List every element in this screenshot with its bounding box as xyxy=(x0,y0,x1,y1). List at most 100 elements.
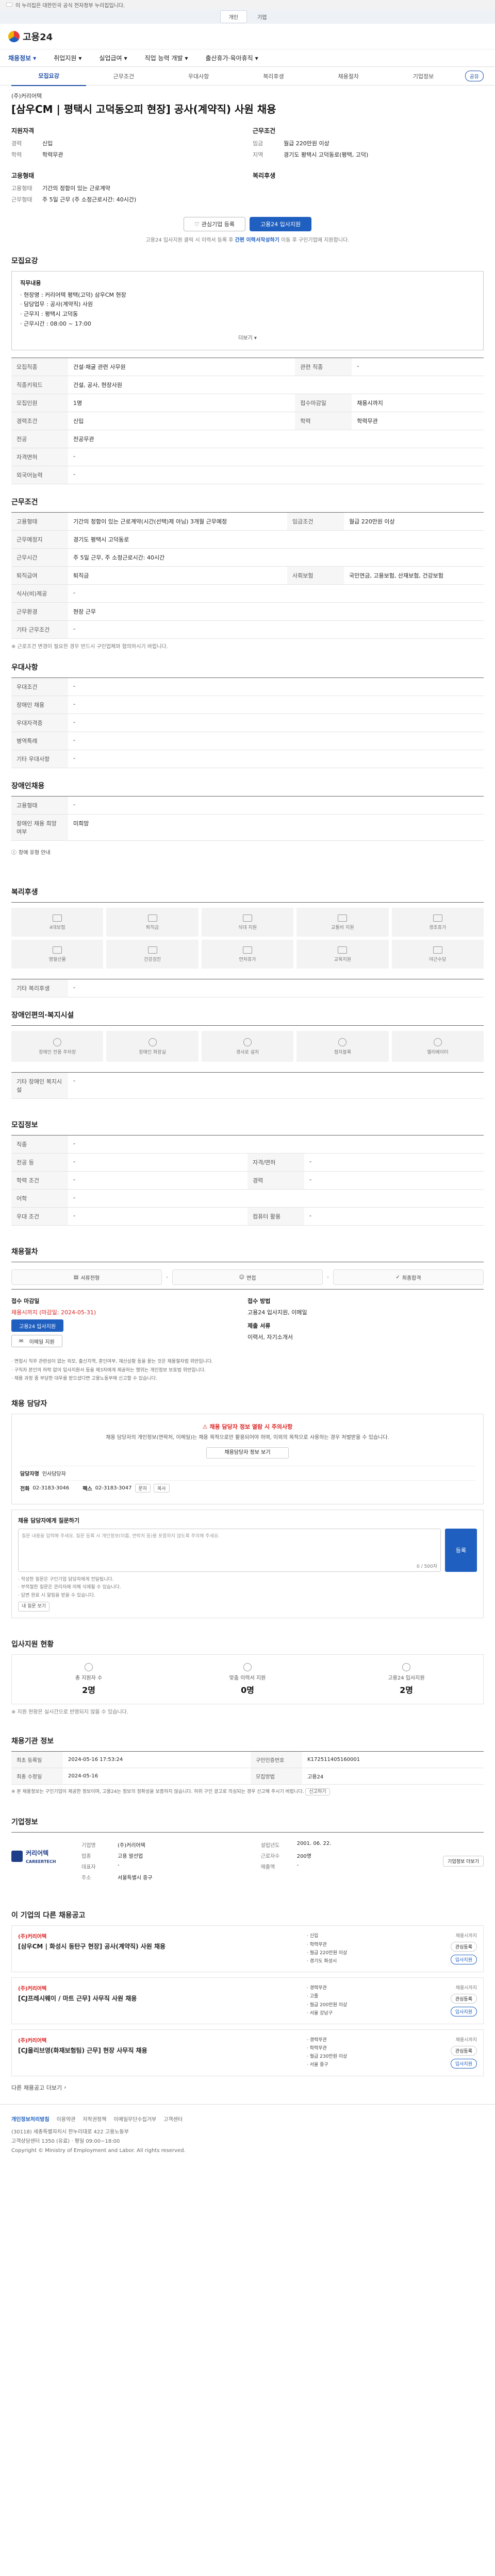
related-more-link[interactable]: 다른 채용공고 더보기 › xyxy=(11,2083,484,2092)
duty-box: 직무내용 · 현장명 : 커리어텍 평택(고덕) 삼우CM 현장 · 담당업무 … xyxy=(11,271,484,351)
table-value: 기간의 정함이 있는 근로계약(시간(선택)제 아님) 3개월 근무예정 xyxy=(68,512,287,531)
duty-line: · 근무지 : 평택시 고덕동 xyxy=(20,311,78,318)
apply-note-link[interactable]: 간편 이력서작성하기 xyxy=(235,238,279,243)
table-row: 고용형태 - xyxy=(11,796,484,815)
footer-link-privacy[interactable]: 개인정보처리방침 xyxy=(11,2115,50,2123)
related-save-button[interactable]: 관심등록 xyxy=(450,2045,477,2056)
qna-input[interactable]: 질문 내용을 입력해 주세요. 질문 등록 시 개인정보(이름, 연락처 등)를… xyxy=(18,1529,441,1572)
table-key: 고용형태 xyxy=(11,512,68,531)
report-button[interactable]: 신고하기 xyxy=(305,1788,330,1796)
table-value: - xyxy=(68,620,484,639)
my-question-button[interactable]: 내 질문 보기 xyxy=(18,1601,50,1612)
chevron-down-icon: ▾ xyxy=(33,54,37,62)
related-apply-button[interactable]: 입사지원 xyxy=(450,2007,477,2017)
related-job-title[interactable]: [삼우CM | 화성시 동탄구 현장] 공사(계약직) 사원 채용 xyxy=(18,1942,302,1951)
work-note: ※ 근로조건 변경이 필요한 경우 반드시 구인업체와 협의하시기 바랍니다. xyxy=(11,644,168,650)
related-apply-button[interactable]: 입사지원 xyxy=(450,2058,477,2069)
duty-line: · 담당업무 : 공사(계약직) 사원 xyxy=(20,301,93,308)
summary-row: 근무형태 주 5일 근무 (주 소정근로시간: 40시간) xyxy=(11,195,242,204)
related-job-title[interactable]: [CJ프레시웨이 / 마트 근무] 사무직 사원 채용 xyxy=(18,1994,302,2003)
share-button[interactable]: 공유 xyxy=(465,71,484,81)
nav-item-jobs[interactable]: 채용정보 ▾ xyxy=(8,54,36,62)
nav-item-leave[interactable]: 출산휴가·육아휴직 ▾ xyxy=(206,54,258,62)
table-key: 어학 xyxy=(11,1189,68,1208)
contact-alert-title: ⚠ 채용 담당자 정보 열람 시 주의사항 xyxy=(20,1422,475,1431)
disability-info-link[interactable]: ⓘ 장애 유형 안내 xyxy=(11,848,484,856)
health-icon xyxy=(147,946,157,954)
table-value: 학력무관 xyxy=(352,412,484,431)
apply-button[interactable]: 고용24 입사지원 xyxy=(249,217,312,231)
footer-link-copyright[interactable]: 저작권정책 xyxy=(82,2115,106,2123)
meta-line: · 서울 강남구 xyxy=(307,2010,333,2016)
tab-process[interactable]: 채용절차 xyxy=(311,67,386,86)
welfare-item: 경조휴가 xyxy=(391,908,484,937)
contact-value: 인사담당자 xyxy=(42,1471,66,1477)
table-key: 관련 직종 xyxy=(295,358,352,377)
process-apply-button[interactable]: 고용24 입사지원 xyxy=(11,1319,64,1332)
table-value: - xyxy=(68,1189,484,1208)
footer-link-terms[interactable]: 이용약관 xyxy=(57,2115,76,2123)
note-line: · 면접시 직무 관련성이 없는 외모, 출신지역, 혼인여부, 재산상황 등을… xyxy=(11,1359,213,1365)
company-value: 서울특별시 중구 xyxy=(118,1875,153,1882)
table-key: 자격/면허 xyxy=(248,1153,304,1172)
tab-personal[interactable]: 개인 xyxy=(220,10,247,23)
resume-icon xyxy=(243,1663,252,1672)
related-save-button[interactable]: 관심등록 xyxy=(450,1942,477,1952)
contact-key: 팩스 xyxy=(82,1486,92,1492)
interest-button[interactable]: ♡ 관심기업 등록 xyxy=(183,217,245,231)
more-toggle[interactable]: 더보기 ▾ xyxy=(20,334,475,343)
table-value: 전공무관 xyxy=(68,430,484,449)
company-more-button[interactable]: 기업정보 더보기 xyxy=(443,1855,484,1867)
meta-line: · 경력무관 xyxy=(307,1986,327,1991)
related-job-title[interactable]: [CJ올리브영(화재보험팀) 근무] 현장 사무직 채용 xyxy=(18,2046,302,2055)
related-apply-button[interactable]: 입사지원 xyxy=(450,1955,477,1965)
sms-chip[interactable]: 문자 xyxy=(135,1484,151,1493)
related-job[interactable]: (주)커리어텍 [CJ프레시웨이 / 마트 근무] 사무직 사원 채용 · 경력… xyxy=(11,1977,484,2024)
email-apply-button[interactable]: ✉ 이메일 지원 xyxy=(11,1335,62,1348)
tab-pref[interactable]: 우대사항 xyxy=(161,67,236,86)
facility-item: 점자블록 xyxy=(296,1031,389,1062)
welfare-label: 경조휴가 xyxy=(429,925,447,930)
step-label: 서류전형 xyxy=(80,1275,100,1281)
footer-link-help[interactable]: 고객센터 xyxy=(163,2115,183,2123)
nav-item-training[interactable]: 직업 능력 개발 ▾ xyxy=(145,54,188,62)
facility-label: 엘리베이터 xyxy=(427,1049,449,1055)
table-value: - xyxy=(68,1153,248,1172)
tab-company[interactable]: 기업정보 xyxy=(386,67,460,86)
chevron-right-icon: › xyxy=(64,2084,67,2091)
facility-item: 장애인 전용 주차장 xyxy=(11,1031,104,1062)
related-job[interactable]: (주)커리어텍 [CJ올리브영(화재보험팀) 근무] 현장 사무직 채용 · 경… xyxy=(11,2029,484,2076)
tab-welfare[interactable]: 복리후생 xyxy=(236,67,311,86)
company-name[interactable]: (주)커리어텍 xyxy=(0,86,495,100)
table-key: 장애인 채용 xyxy=(11,696,68,715)
tab-work[interactable]: 근무조건 xyxy=(86,67,161,86)
table-row: 외국어능력 - xyxy=(11,466,484,485)
footer-link-email[interactable]: 이메일무단수집거부 xyxy=(113,2115,156,2123)
view-contact-button[interactable]: 채용담당자 정보 보기 xyxy=(206,1447,289,1459)
related-job[interactable]: (주)커리어텍 [삼우CM | 화성시 동탄구 현장] 공사(계약직) 사원 채… xyxy=(11,1925,484,1973)
nav-item-unemployment[interactable]: 실업급여 ▾ xyxy=(99,54,127,62)
related-save-button[interactable]: 관심등록 xyxy=(450,1994,477,2004)
related-section: 이 기업의 다른 채용공고 (주)커리어텍 [삼우CM | 화성시 동탄구 현장… xyxy=(0,1910,495,2091)
elevator-icon xyxy=(433,1038,442,1046)
tab-recruit[interactable]: 모집요강 xyxy=(11,66,87,86)
table-value: - xyxy=(68,750,484,769)
copy-chip[interactable]: 복사 xyxy=(154,1484,170,1493)
qna-submit-button[interactable]: 등록 xyxy=(445,1529,477,1572)
table-key: 경력조건 xyxy=(11,412,68,431)
table-row: 최종 수정일 2024-05-16 모집방법 고용24 xyxy=(11,1768,484,1785)
stat-label: 총 지원자 수 xyxy=(75,1675,103,1682)
table-row: 장애인 채용 희망 여부 미희망 xyxy=(11,814,484,841)
tab-company[interactable]: 기업 xyxy=(249,11,275,23)
gift-icon xyxy=(53,946,62,954)
disability-title: 장애인채용 xyxy=(11,782,45,791)
table-value: 1명 xyxy=(68,394,295,413)
book-icon xyxy=(338,946,348,954)
summary-key: 임금 xyxy=(253,140,263,147)
summary-row: 경력 신입 xyxy=(11,139,242,147)
apply-deadline-value: 채용시까지 (마감일: 2024-05-31) xyxy=(11,1309,96,1316)
stat-item: 맞춤 이력서 지원 0명 xyxy=(171,1663,324,1696)
nav-item-support[interactable]: 취업지원 ▾ xyxy=(54,54,81,62)
site-logo[interactable]: 고용24 xyxy=(8,30,53,43)
table-key: 직종 xyxy=(11,1135,68,1154)
